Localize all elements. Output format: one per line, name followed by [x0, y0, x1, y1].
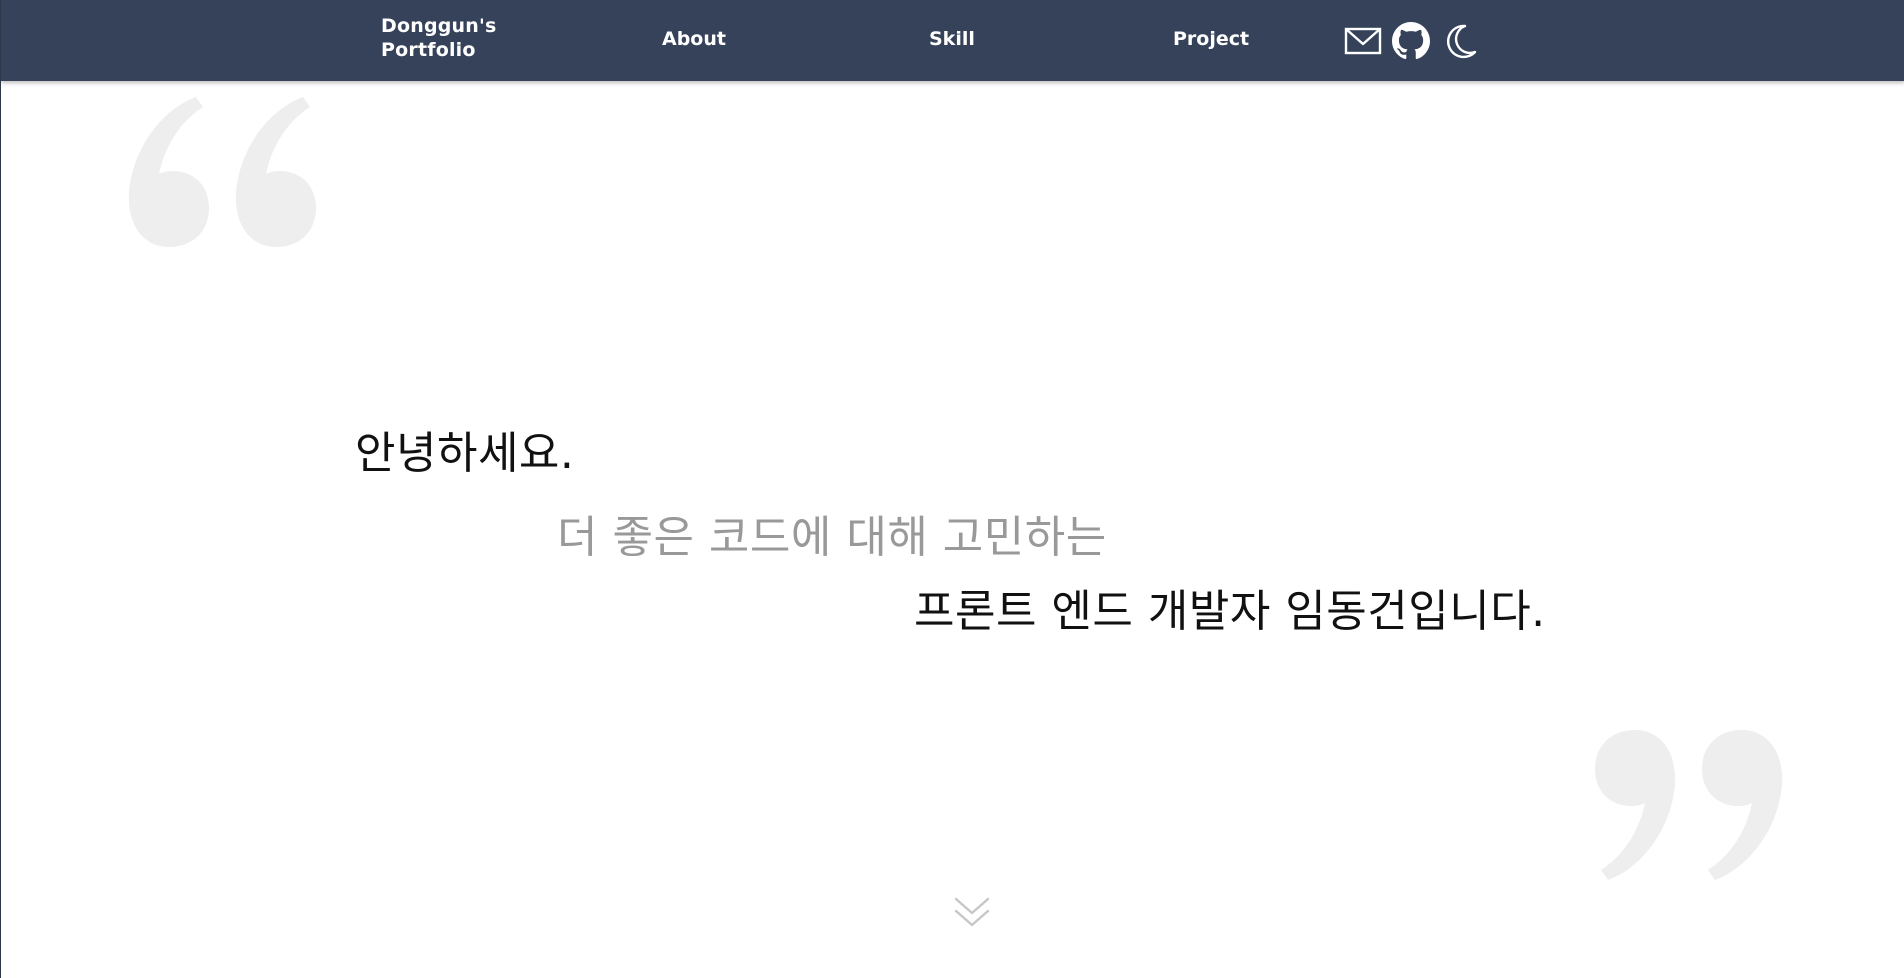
greeting-text: 안녕하세요. — [355, 428, 575, 479]
nav-link-about[interactable]: About — [662, 27, 726, 51]
introduction-text: 프론트 엔드 개발자 임동건입니다. — [914, 586, 1546, 637]
nav-link-project[interactable]: Project — [1173, 27, 1249, 51]
logo-line-2: Portfolio — [381, 39, 476, 61]
tagline-text: 더 좋은 코드에 대해 고민하는 — [557, 512, 1107, 563]
top-navigation-bar: Donggun's Portfolio About Skill Project — [1, 0, 1904, 81]
close-quote-mark — [1588, 730, 1788, 890]
moon-icon — [1446, 24, 1477, 59]
github-icon — [1392, 22, 1430, 60]
scroll-down-button[interactable] — [952, 895, 992, 931]
nav-link-skill[interactable]: Skill — [929, 27, 975, 51]
mail-icon — [1344, 27, 1382, 55]
dark-mode-toggle[interactable] — [1439, 22, 1479, 60]
github-button[interactable] — [1391, 22, 1431, 60]
portfolio-page: Donggun's Portfolio About Skill Project — [0, 0, 1904, 978]
open-quote-mark — [123, 97, 323, 257]
mail-button[interactable] — [1343, 22, 1383, 60]
chevron-double-down-icon — [954, 897, 990, 927]
site-logo[interactable]: Donggun's Portfolio — [381, 14, 497, 62]
logo-line-1: Donggun's — [381, 15, 497, 37]
